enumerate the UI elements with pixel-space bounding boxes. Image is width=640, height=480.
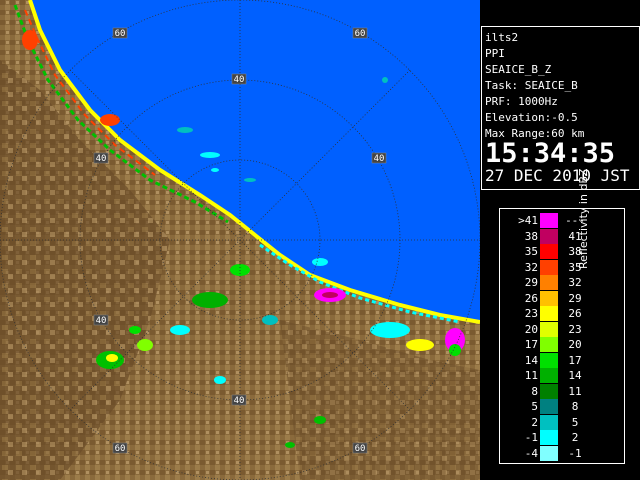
- scan-time: 15:34:35: [485, 138, 616, 169]
- legend-row: 11 14: [500, 368, 624, 384]
- legend-upper-bound: -1: [568, 446, 582, 460]
- range-label-40-lowleft: 40: [93, 314, 109, 326]
- legend-row: 35 38: [500, 244, 624, 260]
- legend-upper-bound: 17: [568, 353, 582, 367]
- task-name: Task: SEAICE_B: [485, 79, 578, 92]
- legend-color-swatch: [540, 399, 558, 414]
- reflectivity-legend: >41 --- 38 41 35 38 32 35 29 32 26 29 23 26 20 23 17 20 14…: [499, 168, 625, 464]
- legend-upper-bound: 14: [568, 369, 582, 382]
- legend-row: -4 -1: [500, 445, 624, 462]
- legend-upper-bound: 8: [571, 400, 579, 413]
- svg-text:40: 40: [234, 75, 245, 85]
- legend-lower-bound: -1: [524, 431, 538, 444]
- legend-lower-bound: 23: [524, 307, 538, 320]
- legend-row: 32 35: [500, 259, 624, 276]
- legend-upper-bound: 29: [568, 291, 582, 305]
- legend-lower-bound: 32: [524, 260, 538, 274]
- site-name: ilts2: [485, 31, 519, 44]
- prf-value: PRF: 1000Hz: [485, 95, 558, 108]
- legend-color-swatch: [540, 414, 558, 430]
- legend-lower-bound: >41: [518, 214, 538, 227]
- legend-upper-bound: 20: [568, 338, 582, 351]
- legend-color-swatch: [540, 352, 558, 368]
- legend-lower-bound: 11: [524, 369, 538, 382]
- svg-text:60: 60: [355, 444, 366, 454]
- legend-row: 26 29: [500, 290, 624, 307]
- svg-text:40: 40: [374, 154, 385, 164]
- scan-type: PPI: [485, 47, 505, 60]
- legend-lower-bound: 35: [524, 245, 538, 258]
- legend-lower-bound: 5: [531, 400, 538, 413]
- legend-lower-bound: 2: [531, 415, 538, 429]
- range-label-60-topleft: 60: [112, 27, 128, 39]
- range-label-60-bottomright: 60: [352, 442, 368, 454]
- legend-row: 14 17: [500, 352, 624, 369]
- legend-title: Reflectivity in dBZ: [577, 168, 590, 269]
- legend-row: 17 20: [500, 337, 624, 353]
- legend-color-swatch: [540, 445, 558, 461]
- product-name: SEAICE_B_Z: [485, 63, 552, 76]
- legend-row: >41 ---: [500, 213, 624, 229]
- scan-info-panel: ilts2 PPI SEAICE_B_Z Task: SEAICE_B PRF:…: [481, 26, 640, 190]
- legend-lower-bound: 38: [524, 229, 538, 243]
- legend-color-swatch: [540, 306, 558, 321]
- legend-row: 29 32: [500, 275, 624, 291]
- legend-row: 8 11: [500, 383, 624, 400]
- range-label-60-topright: 60: [352, 27, 368, 39]
- svg-text:60: 60: [355, 29, 366, 39]
- legend-upper-bound: 32: [568, 276, 582, 289]
- scan-date: 27 DEC 2010 JST: [485, 166, 630, 185]
- legend-color-swatch: [540, 290, 558, 306]
- legend-upper-bound: 26: [568, 307, 582, 320]
- legend-row: -1 2: [500, 430, 624, 446]
- range-label-40-left: 40: [93, 152, 109, 164]
- legend-color-swatch: [540, 383, 558, 399]
- legend-lower-bound: -4: [524, 446, 538, 460]
- legend-row: 58: [500, 399, 624, 415]
- legend-color-swatch: [540, 213, 558, 228]
- legend-color-swatch: [540, 228, 558, 244]
- range-label-40-right: 40: [371, 152, 387, 164]
- legend-upper-bound: 11: [568, 384, 582, 398]
- legend-color-swatch: [540, 259, 558, 275]
- legend-lower-bound: 29: [524, 276, 538, 289]
- legend-color-swatch: [540, 275, 558, 290]
- legend-color-swatch: [540, 321, 558, 337]
- radar-ppi-map: 40 40 40 40 40 60 60 60 60: [0, 0, 480, 480]
- range-label-40-top: 40: [231, 73, 247, 85]
- svg-text:60: 60: [115, 444, 126, 454]
- legend-row: 38 41: [500, 228, 624, 245]
- svg-text:40: 40: [234, 396, 245, 406]
- radar-display: 40 40 40 40 40 60 60 60 60 ilts2 PPI SEA…: [0, 0, 640, 480]
- range-label-60-bottomleft: 60: [112, 442, 128, 454]
- legend-color-swatch: [540, 368, 558, 383]
- legend-lower-bound: 26: [524, 291, 538, 305]
- legend-lower-bound: 17: [524, 338, 538, 351]
- legend-upper-bound: 2: [571, 431, 579, 444]
- svg-text:40: 40: [96, 154, 107, 164]
- legend-row: 20 23: [500, 321, 624, 338]
- legend-row: 25: [500, 414, 624, 431]
- legend-color-swatch: [540, 244, 558, 259]
- legend-row: 23 26: [500, 306, 624, 322]
- elevation-value: Elevation:-0.5: [485, 111, 578, 124]
- legend-lower-bound: 14: [524, 353, 538, 367]
- legend-upper-bound: 5: [571, 415, 579, 429]
- legend-color-swatch: [540, 337, 558, 352]
- svg-text:60: 60: [115, 29, 126, 39]
- svg-text:40: 40: [96, 316, 107, 326]
- range-label-40-bottom: 40: [231, 394, 247, 406]
- legend-color-swatch: [540, 430, 558, 445]
- legend-lower-bound: 20: [524, 322, 538, 336]
- legend-lower-bound: 8: [531, 384, 538, 398]
- legend-upper-bound: 23: [568, 322, 582, 336]
